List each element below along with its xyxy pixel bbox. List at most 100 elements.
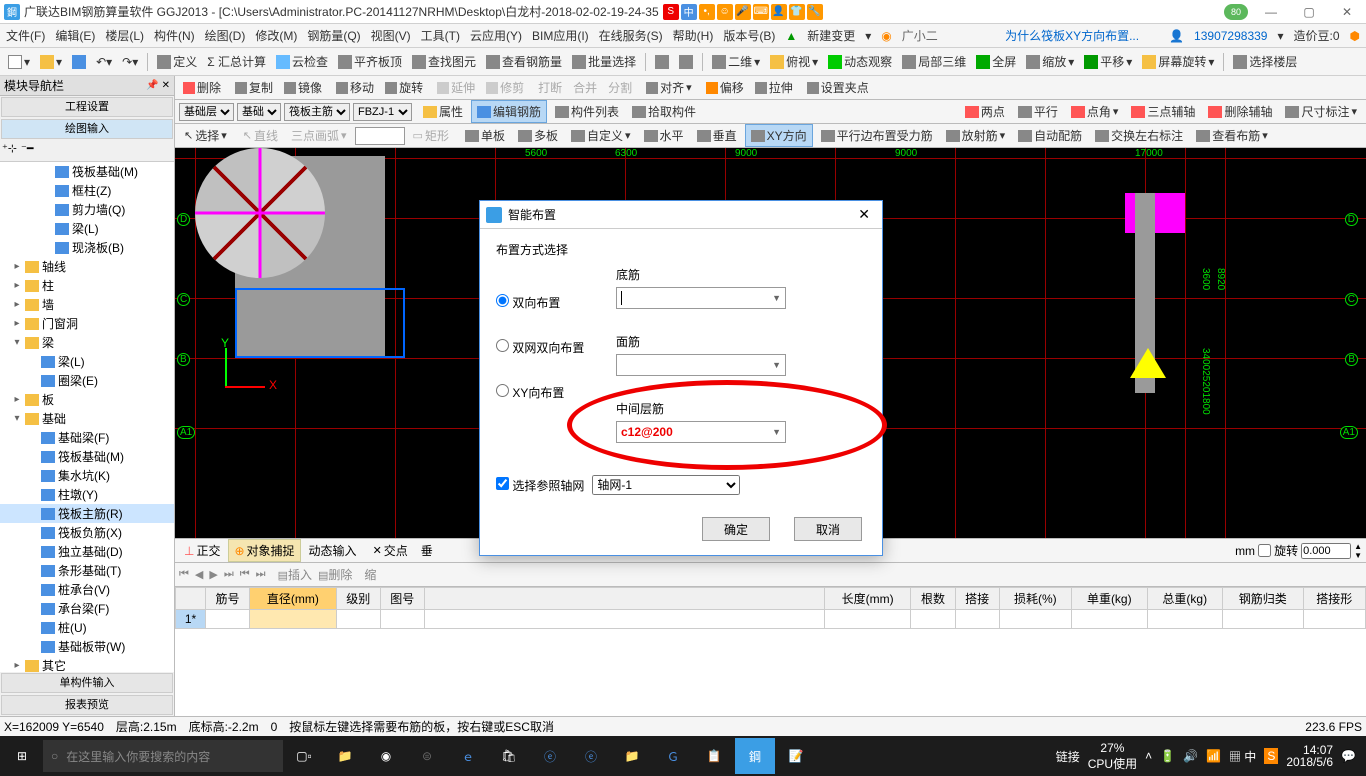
parallel-edge-button[interactable]: 平行边布置受力筋 (816, 125, 938, 146)
tree-view[interactable]: 筏板基础(M)框柱(Z)剪力墙(Q)梁(L)现浇板(B)▸轴线▸柱▸墙▸门窗洞▾… (0, 162, 174, 672)
tree-item[interactable]: ▸其它 (0, 656, 174, 672)
save-icon[interactable] (68, 53, 90, 71)
tree-item[interactable]: 筏板基础(M) (0, 447, 174, 466)
tree-item[interactable]: 基础板带(W) (0, 637, 174, 656)
first-icon[interactable]: ⏮ (179, 568, 189, 581)
tree-item[interactable]: 剪力墙(Q) (0, 200, 174, 219)
tree-item[interactable]: 承台梁(F) (0, 599, 174, 618)
ime-bar[interactable]: S中•,☺🎤⌨👤👕🔧 (663, 4, 823, 20)
orbit-button[interactable]: 动态观察 (824, 51, 896, 72)
start-button[interactable]: ⊞ (2, 738, 42, 774)
tree-item[interactable]: ▸轴线 (0, 257, 174, 276)
radial-button[interactable]: 放射筋▾ (941, 125, 1011, 146)
mirror-button[interactable]: 镜像 (280, 77, 326, 98)
delete-aux-button[interactable]: 删除辅轴 (1203, 101, 1277, 122)
swap-annotation-button[interactable]: 交换左右标注 (1090, 125, 1188, 146)
insert-row-button[interactable]: ▤插入 (278, 566, 312, 583)
tree-item[interactable]: 圈梁(E) (0, 371, 174, 390)
ortho-button[interactable]: ⊥正交 (179, 540, 225, 561)
trim-button[interactable]: 修剪 (482, 77, 528, 98)
2d-button[interactable]: 二维▾ (708, 51, 764, 72)
ref-grid-select[interactable]: 轴网-1 (592, 475, 740, 495)
pan-button[interactable]: 平移▾ (1080, 51, 1136, 72)
shrink-button[interactable]: 缩 (364, 566, 376, 583)
app-icon-2[interactable]: ⊜ (407, 738, 447, 774)
two-point-button[interactable]: 两点 (960, 101, 1010, 122)
menu-modify[interactable]: 修改(M) (253, 27, 299, 44)
arc-button[interactable]: 三点画弧▾ (286, 125, 352, 146)
tree-item[interactable]: 现浇板(B) (0, 238, 174, 257)
nav-section-project[interactable]: 工程设置 (1, 97, 173, 117)
radio-bidirectional[interactable]: 双向布置 (496, 294, 606, 311)
menu-edit[interactable]: 编辑(E) (53, 27, 97, 44)
redo-icon[interactable]: ↷▾ (118, 53, 142, 71)
tree-item[interactable]: ▸柱 (0, 276, 174, 295)
dimension-button[interactable]: 尺寸标注▾ (1280, 101, 1362, 122)
next-icon[interactable]: ▶ (209, 568, 217, 581)
three-point-aux-button[interactable]: 三点辅轴 (1126, 101, 1200, 122)
align-top-button[interactable]: 平齐板顶 (334, 51, 406, 72)
split-button[interactable]: 分割 (604, 77, 636, 98)
multi-plate-button[interactable]: 多板 (513, 125, 563, 146)
tree-item[interactable]: 柱墩(Y) (0, 485, 174, 504)
tree-item[interactable]: ▸门窗洞 (0, 314, 174, 333)
tray-volume-icon[interactable]: 🔊 (1183, 749, 1198, 763)
screen-rotate-button[interactable]: 屏幕旋转▾ (1138, 51, 1218, 72)
edge-icon[interactable]: ｅ (448, 738, 488, 774)
undo-icon[interactable]: ↶▾ (92, 53, 116, 71)
rect-button[interactable]: ▭ 矩形 (408, 125, 454, 146)
edge2-icon[interactable]: ⓔ (530, 738, 570, 774)
view-rebar-button[interactable]: 查看钢筋量 (482, 51, 566, 72)
tree-item[interactable]: 筏板主筋(R) (0, 504, 174, 523)
prev-icon[interactable]: ◀ (195, 568, 203, 581)
tree-item[interactable]: 集水坑(K) (0, 466, 174, 485)
open-icon[interactable]: ▾ (36, 53, 66, 71)
rotate-checkbox[interactable] (1258, 544, 1271, 557)
osnap-button[interactable]: ⊕对象捕捉 (228, 539, 300, 562)
tree-item[interactable]: 基础梁(F) (0, 428, 174, 447)
tray-sogou-icon[interactable]: S (1264, 748, 1278, 764)
zoom-button[interactable]: 缩放▾ (1022, 51, 1078, 72)
level-select[interactable]: 基础层 (179, 103, 234, 121)
tree-item[interactable]: ▾基础 (0, 409, 174, 428)
menu-draw[interactable]: 绘图(D) (203, 27, 248, 44)
parallel-button[interactable]: 平行 (1013, 101, 1063, 122)
tree-item[interactable]: ▸墙 (0, 295, 174, 314)
horizontal-button[interactable]: 水平 (639, 125, 689, 146)
tree-item[interactable]: 梁(L) (0, 352, 174, 371)
new-icon[interactable]: ▾ (4, 53, 34, 71)
close-button[interactable]: ✕ (1332, 5, 1362, 19)
minimize-button[interactable]: — (1256, 5, 1286, 19)
maximize-button[interactable]: ▢ (1294, 5, 1324, 19)
find-element-button[interactable]: 查找图元 (408, 51, 480, 72)
cancel-button[interactable]: 取消 (794, 517, 862, 541)
ok-button[interactable]: 确定 (702, 517, 770, 541)
menu-component[interactable]: 构件(N) (152, 27, 197, 44)
app-icon-5[interactable]: 📝 (776, 738, 816, 774)
folder-icon[interactable]: 📁 (612, 738, 652, 774)
align-button[interactable]: 对齐▾ (642, 77, 696, 98)
vertical-button[interactable]: 垂直 (692, 125, 742, 146)
intersection-button[interactable]: ✕交点 (368, 540, 413, 561)
nav-bottom-single[interactable]: 单构件输入 (1, 673, 173, 693)
extend-button[interactable]: 延伸 (433, 77, 479, 98)
tree-item[interactable]: 桩承台(V) (0, 580, 174, 599)
radio-double-net[interactable]: 双网双向布置 (496, 339, 606, 356)
menu-cloud[interactable]: 云应用(Y) (468, 27, 524, 44)
tray-network-icon[interactable]: 📶 (1206, 749, 1221, 763)
rotate-button[interactable]: 旋转 (381, 77, 427, 98)
top-rebar-input[interactable]: ▼ (616, 354, 786, 376)
sum-button[interactable]: Σ 汇总计算 (203, 51, 270, 72)
menu-online[interactable]: 在线服务(S) (597, 27, 665, 44)
current-app-icon[interactable]: 鋼 (735, 738, 775, 774)
tray-battery-icon[interactable]: 🔋 (1160, 749, 1175, 763)
app-icon-4[interactable]: 📋 (694, 738, 734, 774)
pick-button[interactable]: 拾取构件 (627, 101, 701, 122)
task-view-icon[interactable]: ▢▫ (284, 738, 324, 774)
menu-help[interactable]: 帮助(H) (671, 27, 716, 44)
delete-row-button[interactable]: ▤删除 (318, 566, 352, 583)
move-button[interactable]: 移动 (332, 77, 378, 98)
tree-item[interactable]: 桩(U) (0, 618, 174, 637)
ie-icon[interactable]: ⓔ (571, 738, 611, 774)
ref-grid-checkbox[interactable]: 选择参照轴网 (496, 477, 584, 494)
